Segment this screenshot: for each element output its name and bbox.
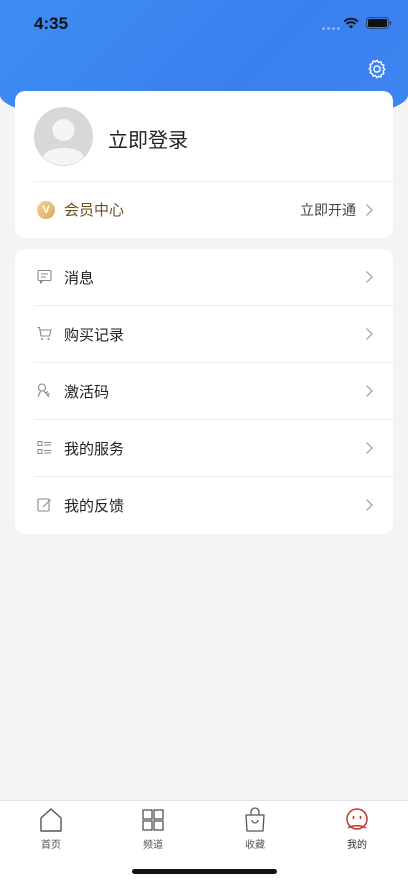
status-time: 4:35 [34, 14, 69, 33]
menu-item-messages[interactable]: 消息 [15, 249, 393, 306]
menu-item-my-feedback[interactable]: 我的反馈 [15, 477, 393, 534]
key-icon [37, 383, 50, 398]
menu-card: 消息 购买记录 激活码 我的服务 我的反馈 [15, 249, 393, 534]
settings-gear-icon[interactable] [366, 58, 388, 80]
tab-label: 频道 [143, 840, 163, 851]
vip-center-label: 会员中心 [64, 201, 125, 219]
menu-item-activation-code[interactable]: 激活码 [15, 363, 393, 420]
vip-badge-icon: V [37, 201, 55, 219]
vip-center-row[interactable]: V 会员中心 立即开通 [15, 182, 393, 238]
battery-icon [366, 17, 392, 29]
cart-icon [37, 326, 52, 340]
vip-open-button[interactable]: 立即开通 [300, 200, 356, 220]
profile-face-icon [346, 808, 368, 830]
chevron-right-icon [366, 499, 373, 511]
tab-mine[interactable]: 我的 [327, 807, 387, 857]
profile-card: 立即登录 V 会员中心 立即开通 [15, 91, 393, 238]
home-icon [40, 808, 62, 832]
tab-favorites[interactable]: 收藏 [225, 807, 285, 857]
bag-icon [245, 807, 265, 832]
signal-dots [322, 27, 340, 30]
feedback-icon [37, 498, 51, 512]
menu-item-label: 购买记录 [64, 326, 125, 344]
menu-item-label: 激活码 [64, 383, 110, 401]
service-list-icon [37, 441, 51, 454]
menu-item-purchase-history[interactable]: 购买记录 [15, 306, 393, 363]
menu-item-label: 我的服务 [64, 440, 125, 458]
wifi-icon [343, 17, 359, 29]
login-button[interactable]: 立即登录 [108, 124, 188, 153]
chevron-right-icon [366, 204, 373, 216]
home-indicator [132, 869, 277, 874]
grid-icon [142, 809, 164, 831]
tab-label: 收藏 [245, 840, 265, 851]
menu-item-my-services[interactable]: 我的服务 [15, 420, 393, 477]
menu-item-label: 我的反馈 [64, 497, 125, 515]
tab-label: 我的 [347, 840, 367, 851]
tab-label: 首页 [41, 840, 61, 851]
menu-item-label: 消息 [64, 269, 95, 287]
chevron-right-icon [366, 385, 373, 397]
default-avatar-icon [34, 107, 93, 166]
chevron-right-icon [366, 442, 373, 454]
tab-channels[interactable]: 频道 [123, 807, 183, 857]
chevron-right-icon [366, 271, 373, 283]
message-icon [37, 269, 52, 284]
tab-home[interactable]: 首页 [21, 807, 81, 857]
chevron-right-icon [366, 328, 373, 340]
avatar[interactable] [34, 107, 93, 166]
status-bar: 4:35 [0, 0, 408, 48]
